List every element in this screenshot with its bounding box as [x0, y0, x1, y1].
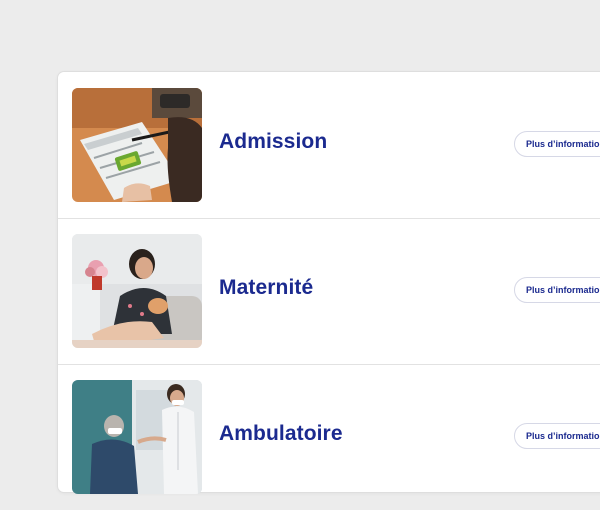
maternite-photo [72, 234, 202, 348]
service-title-maternite: Maternité [219, 276, 314, 299]
service-row-ambulatoire[interactable]: Ambulatoire Plus d’informations [58, 364, 600, 510]
services-list-panel: Admission Plus d’informations [57, 71, 600, 494]
service-title-admission: Admission [219, 130, 328, 153]
admission-photo [72, 88, 202, 202]
service-row-admission[interactable]: Admission Plus d’informations [58, 72, 600, 219]
more-info-button-maternite[interactable]: Plus d’informations [514, 277, 600, 303]
ambulatoire-photo [72, 380, 202, 494]
service-title-ambulatoire: Ambulatoire [219, 422, 343, 445]
more-info-button-admission[interactable]: Plus d’informations [514, 131, 600, 157]
more-info-button-ambulatoire[interactable]: Plus d’informations [514, 423, 600, 449]
service-row-maternite[interactable]: Maternité Plus d’informations [58, 218, 600, 365]
